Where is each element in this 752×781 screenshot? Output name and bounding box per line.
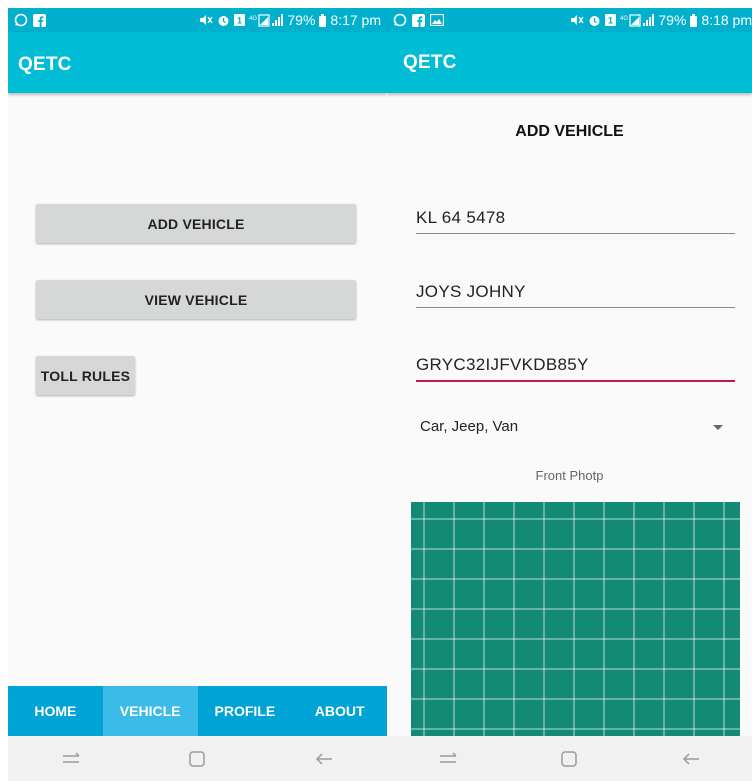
system-navigation-bar	[387, 736, 752, 781]
home-key-icon[interactable]	[549, 744, 589, 774]
svg-text:1: 1	[608, 16, 613, 26]
alarm-icon	[217, 14, 230, 27]
status-bar: 1 4G 79% 8:17 pm	[8, 8, 387, 32]
registration-number-value: KL 64 5478	[416, 208, 506, 227]
tab-home[interactable]: HOME	[8, 686, 103, 736]
owner-name-value: JOYS JOHNY	[416, 282, 526, 301]
back-icon[interactable]	[304, 744, 344, 774]
view-vehicle-button[interactable]: VIEW VEHICLE	[36, 280, 356, 319]
facebook-icon	[412, 13, 425, 27]
recents-icon[interactable]	[51, 744, 91, 774]
vehicle-type-value: Car, Jeep, Van	[420, 418, 519, 435]
add-vehicle-screen: 1 4G 79% 8:18 pm QETC ADD VEHICLE KL 64 …	[387, 8, 752, 781]
recents-icon[interactable]	[428, 744, 468, 774]
owner-name-field[interactable]: JOYS JOHNY	[416, 273, 735, 308]
gallery-icon	[430, 14, 444, 26]
tab-about[interactable]: ABOUT	[292, 686, 387, 736]
app-title: QETC	[18, 54, 72, 75]
battery-icon	[319, 13, 327, 27]
bottom-navigation: HOME VEHICLE PROFILE ABOUT	[8, 686, 387, 736]
system-navigation-bar	[8, 736, 387, 781]
app-bar: QETC	[387, 32, 752, 93]
mute-icon	[570, 14, 584, 26]
svg-text:4G: 4G	[249, 16, 257, 22]
app-bar: QETC	[8, 32, 387, 93]
vehicle-type-dropdown[interactable]: Car, Jeep, Van	[420, 416, 735, 440]
dropdown-arrow-icon	[713, 425, 723, 430]
registration-number-field[interactable]: KL 64 5478	[416, 199, 735, 234]
battery-percent: 79%	[287, 12, 316, 28]
back-icon[interactable]	[671, 744, 711, 774]
svg-text:1: 1	[237, 16, 242, 26]
chassis-number-field[interactable]: GRYC32IJFVKDB85Y	[416, 346, 735, 382]
photo-label: Front Photp	[535, 468, 604, 483]
facebook-icon	[33, 13, 46, 27]
chassis-number-value: GRYC32IJFVKDB85Y	[416, 355, 589, 374]
page-title: ADD VEHICLE	[515, 123, 624, 140]
battery-percent: 79%	[658, 12, 687, 28]
status-time: 8:17 pm	[330, 12, 381, 28]
alarm-icon	[588, 14, 601, 27]
add-vehicle-button[interactable]: ADD VEHICLE	[36, 204, 356, 243]
data-icon: 1	[234, 14, 246, 26]
tab-vehicle[interactable]: VEHICLE	[102, 686, 198, 736]
home-screen: 1 4G 79% 8:17 pm QETC ADD VEHICLE VIEW V…	[8, 8, 387, 781]
signal-icon: 4G	[249, 13, 284, 27]
front-photo-placeholder[interactable]	[411, 502, 740, 742]
battery-icon	[690, 13, 698, 27]
svg-text:4G: 4G	[620, 16, 628, 22]
mute-icon	[199, 14, 213, 26]
signal-icon: 4G	[620, 13, 655, 27]
whatsapp-icon	[14, 13, 28, 27]
toll-rules-button[interactable]: TOLL RULES	[36, 356, 135, 395]
status-time: 8:18 pm	[701, 12, 752, 28]
app-title: QETC	[403, 52, 457, 73]
data-icon: 1	[605, 14, 617, 26]
whatsapp-icon	[393, 13, 407, 27]
home-key-icon[interactable]	[177, 744, 217, 774]
tab-profile[interactable]: PROFILE	[198, 686, 293, 736]
status-bar: 1 4G 79% 8:18 pm	[387, 8, 752, 32]
